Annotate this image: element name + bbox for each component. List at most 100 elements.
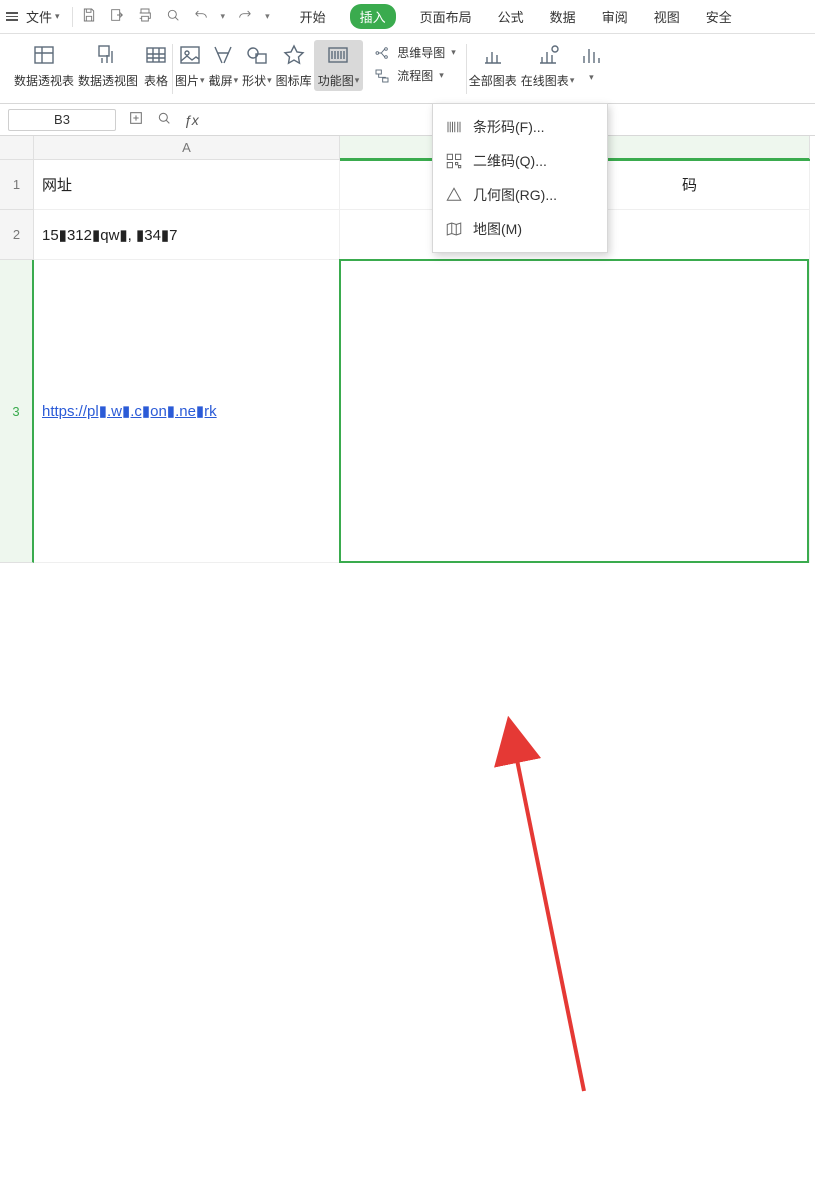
pivot-table-button[interactable]: 数据透视表 — [0, 40, 76, 91]
chevron-down-icon: ▾ — [355, 75, 360, 86]
chevron-down-icon: ▾ — [234, 75, 239, 86]
bar-chart-button[interactable]: ▾ — [576, 40, 606, 85]
name-box[interactable]: B3 — [8, 109, 116, 131]
row-header-3[interactable]: 3 — [0, 260, 34, 563]
picture-button[interactable]: 图片▾ — [173, 40, 207, 91]
ribbon-tabs: 开始 插入 页面布局 公式 数据 审阅 视图 安全 — [298, 4, 734, 29]
function-image-icon — [324, 42, 352, 68]
mindmap-label: 思维导图 — [397, 44, 445, 61]
table-icon — [142, 42, 170, 68]
flowchart-label: 流程图 — [397, 67, 433, 84]
separator — [72, 7, 73, 27]
pivot-table-icon — [30, 42, 58, 68]
screenshot-icon — [209, 42, 237, 68]
flowchart-button[interactable]: 流程图 ▾ — [373, 67, 456, 84]
bar-chart-icon — [577, 42, 605, 68]
cell-a3-link[interactable]: https://pl▮.w▮.c▮on▮.ne▮rk — [42, 402, 217, 420]
tab-start[interactable]: 开始 — [298, 4, 328, 29]
row-header-1[interactable]: 1 — [0, 160, 34, 210]
row-header-2[interactable]: 2 — [0, 210, 34, 260]
cell-a3[interactable]: https://pl▮.w▮.c▮on▮.ne▮rk — [34, 260, 340, 563]
mindmap-icon — [373, 45, 391, 61]
table-button[interactable]: 表格 — [140, 40, 172, 91]
diagram-group: 思维导图 ▾ 流程图 ▾ — [363, 40, 466, 88]
column-headers: A B — [34, 136, 815, 160]
map-icon — [445, 220, 463, 238]
function-image-button[interactable]: 功能图▾ — [314, 40, 364, 91]
annotation-arrow — [0, 593, 815, 1186]
tab-data[interactable]: 数据 — [548, 4, 578, 29]
dropdown-geometry[interactable]: 几何图(RG)... — [433, 178, 607, 212]
chevron-down-icon: ▾ — [570, 75, 575, 86]
fx-label[interactable]: ƒx — [184, 112, 199, 128]
iconlib-button[interactable]: 图标库 — [274, 40, 314, 91]
cell-a2[interactable]: 15▮312▮qw▮, ▮34▮7 — [34, 210, 340, 260]
tab-formula[interactable]: 公式 — [496, 4, 526, 29]
geometry-icon — [445, 186, 463, 204]
redo-icon[interactable] — [237, 7, 253, 26]
redo-caret-icon[interactable]: ▾ — [265, 11, 270, 22]
dropdown-qrcode[interactable]: 二维码(Q)... — [433, 144, 607, 178]
pivot-chart-button[interactable]: 数据透视图 — [76, 40, 140, 91]
table-label: 表格 — [144, 72, 168, 89]
chevron-down-icon: ▾ — [200, 75, 205, 86]
tab-security[interactable]: 安全 — [704, 4, 734, 29]
preview-icon[interactable] — [165, 7, 181, 26]
flowchart-icon — [373, 68, 391, 84]
file-menu-button[interactable]: 文件 ▾ — [22, 5, 64, 28]
shape-label: 形状 — [242, 72, 266, 89]
undo-caret-icon[interactable]: ▾ — [221, 11, 226, 22]
dropdown-map-label: 地图(M) — [473, 219, 522, 239]
tab-insert[interactable]: 插入 — [350, 4, 396, 29]
chevron-down-icon: ▾ — [55, 11, 60, 22]
spreadsheet-grid[interactable]: A B 1 2 3 网址 码 15▮312▮qw▮, ▮34▮7 https:/… — [0, 136, 815, 593]
pivot-table-label: 数据透视表 — [14, 72, 74, 89]
all-chart-button[interactable]: 全部图表 — [467, 40, 519, 91]
tab-pagelayout[interactable]: 页面布局 — [418, 4, 474, 29]
shape-icon — [243, 42, 271, 68]
select-all-corner[interactable] — [0, 136, 34, 160]
chevron-down-icon: ▾ — [451, 47, 456, 58]
cell-a1[interactable]: 网址 — [34, 160, 340, 210]
formula-bar: B3 ƒx — [0, 104, 815, 136]
hamburger-icon[interactable] — [6, 12, 18, 21]
screenshot-label: 截屏 — [209, 72, 233, 89]
export-icon[interactable] — [109, 7, 125, 26]
cell-b1-text: 码 — [682, 174, 697, 195]
chevron-down-icon: ▾ — [439, 70, 444, 81]
dropdown-qrcode-label: 二维码(Q)... — [473, 151, 547, 171]
row-headers: 1 2 3 — [0, 160, 34, 563]
iconlib-icon — [280, 42, 308, 68]
save-icon[interactable] — [81, 7, 97, 26]
dropdown-barcode[interactable]: 条形码(F)... — [433, 110, 607, 144]
tab-view[interactable]: 视图 — [652, 4, 682, 29]
picture-label: 图片 — [175, 72, 199, 89]
cell-b3[interactable] — [340, 260, 810, 563]
picture-icon — [176, 42, 204, 68]
online-chart-label: 在线图表 — [521, 72, 569, 89]
tab-review[interactable]: 审阅 — [600, 4, 630, 29]
dropdown-barcode-label: 条形码(F)... — [473, 117, 545, 137]
dropdown-icon[interactable] — [128, 110, 144, 129]
mindmap-button[interactable]: 思维导图 ▾ — [373, 44, 456, 61]
function-image-label: 功能图 — [318, 72, 354, 89]
screenshot-button[interactable]: 截屏▾ — [207, 40, 241, 91]
file-label: 文件 — [26, 7, 52, 26]
menu-bar: 文件 ▾ ▾ ▾ 开始 插入 页面布局 公式 数据 审阅 视图 安全 — [0, 0, 815, 34]
dropdown-geometry-label: 几何图(RG)... — [473, 185, 557, 205]
all-chart-label: 全部图表 — [469, 72, 517, 89]
cells-area: 网址 码 15▮312▮qw▮, ▮34▮7 https://pl▮.w▮.c▮… — [34, 160, 815, 593]
chevron-down-icon: ▾ — [589, 72, 594, 83]
shape-button[interactable]: 形状▾ — [240, 40, 274, 91]
zoom-icon[interactable] — [156, 110, 172, 129]
column-header-a[interactable]: A — [34, 136, 340, 160]
online-chart-button[interactable]: 在线图表▾ — [519, 40, 577, 91]
undo-icon[interactable] — [193, 7, 209, 26]
ribbon: 数据透视表 数据透视图 表格 图片▾ 截屏▾ 形状▾ 图标库 功能图▾ 思维导图… — [0, 34, 815, 104]
iconlib-label: 图标库 — [276, 72, 312, 89]
quick-access-toolbar: ▾ ▾ — [81, 7, 270, 26]
pivot-chart-icon — [94, 42, 122, 68]
dropdown-map[interactable]: 地图(M) — [433, 212, 607, 246]
pivot-chart-label: 数据透视图 — [78, 72, 138, 89]
print-icon[interactable] — [137, 7, 153, 26]
